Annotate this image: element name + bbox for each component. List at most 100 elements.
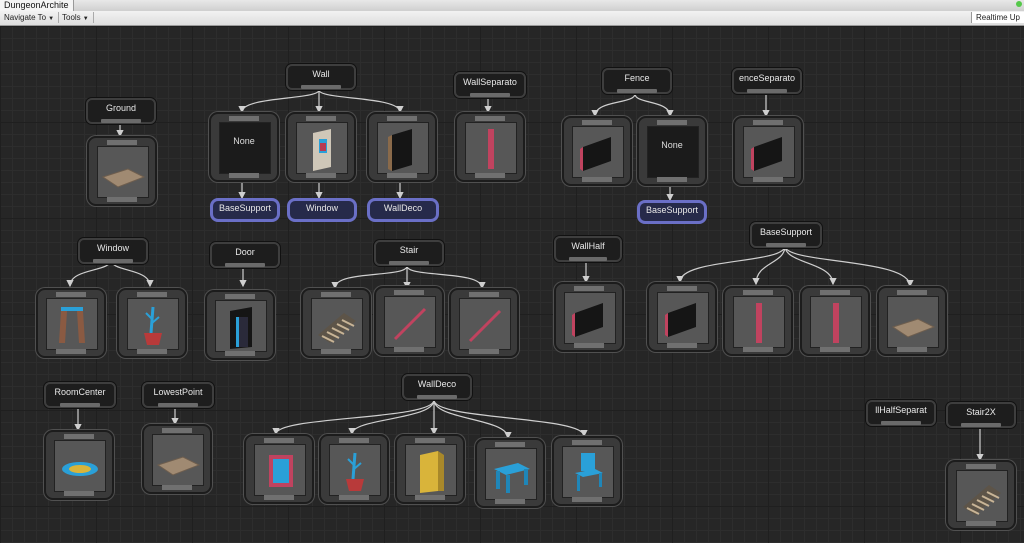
output-pin[interactable]	[339, 495, 369, 500]
marker-node-base-support[interactable]: BaseSupport	[750, 222, 822, 248]
visual-node-pillar[interactable]	[723, 286, 793, 356]
input-pin[interactable]	[264, 438, 294, 443]
output-pin[interactable]	[657, 177, 687, 182]
marker-node-lowest-point[interactable]: LowestPoint	[142, 382, 214, 408]
visual-node-floor-tile[interactable]	[142, 424, 212, 494]
input-pin[interactable]	[394, 290, 424, 295]
output-pin[interactable]	[93, 259, 133, 263]
emitter-node-window[interactable]: Window	[287, 198, 357, 222]
input-pin[interactable]	[321, 292, 351, 297]
output-pin[interactable]	[966, 521, 996, 526]
visual-node-painting[interactable]	[244, 434, 314, 504]
output-pin[interactable]	[568, 257, 608, 261]
visual-node-floor-tile[interactable]	[87, 136, 157, 206]
input-pin[interactable]	[107, 140, 137, 145]
emitter-node-wall-deco[interactable]: WallDeco	[367, 198, 439, 222]
input-pin[interactable]	[743, 290, 773, 295]
output-pin[interactable]	[162, 485, 192, 490]
marker-node-room-center[interactable]: RoomCenter	[44, 382, 116, 408]
output-pin[interactable]	[321, 349, 351, 354]
visual-node-door-wall[interactable]	[286, 112, 356, 182]
input-pin[interactable]	[574, 286, 604, 291]
output-pin[interactable]	[264, 495, 294, 500]
tools-menu[interactable]: Tools ▼	[58, 12, 94, 23]
output-pin[interactable]	[225, 351, 255, 356]
marker-node-door[interactable]: Door	[210, 242, 280, 268]
visual-node-stair-diag[interactable]	[374, 286, 444, 356]
input-pin[interactable]	[162, 428, 192, 433]
marker-node-wall[interactable]: Wall	[286, 64, 356, 90]
output-pin[interactable]	[64, 491, 94, 496]
input-pin[interactable]	[137, 292, 167, 297]
input-pin[interactable]	[582, 120, 612, 125]
visual-node-red-wall[interactable]	[562, 116, 632, 186]
output-pin[interactable]	[394, 347, 424, 352]
visual-node-red-wall[interactable]	[647, 282, 717, 352]
visual-node-none[interactable]: None	[637, 116, 707, 186]
visual-node-plant[interactable]	[117, 288, 187, 358]
input-pin[interactable]	[667, 286, 697, 291]
marker-node-stair[interactable]: Stair	[374, 240, 444, 266]
output-pin[interactable]	[820, 347, 850, 352]
visual-node-plant[interactable]	[319, 434, 389, 504]
input-pin[interactable]	[820, 290, 850, 295]
output-pin[interactable]	[469, 349, 499, 354]
output-pin[interactable]	[574, 343, 604, 348]
window-tab[interactable]: DungeonArchite	[0, 0, 74, 11]
output-pin[interactable]	[107, 197, 137, 202]
output-pin[interactable]	[961, 423, 1001, 427]
visual-node-pillar[interactable]	[455, 112, 525, 182]
input-pin[interactable]	[657, 120, 687, 125]
output-pin[interactable]	[225, 263, 265, 267]
visual-node-door[interactable]	[205, 290, 275, 360]
output-pin[interactable]	[301, 85, 341, 89]
output-pin[interactable]	[469, 93, 511, 97]
output-pin[interactable]	[475, 173, 505, 178]
output-pin[interactable]	[417, 395, 457, 399]
input-pin[interactable]	[56, 292, 86, 297]
input-pin[interactable]	[64, 434, 94, 439]
marker-node-wall-deco[interactable]: WallDeco	[402, 374, 472, 400]
output-pin[interactable]	[229, 173, 259, 178]
visual-node-stair-diag[interactable]	[449, 288, 519, 358]
input-pin[interactable]	[225, 294, 255, 299]
output-pin[interactable]	[747, 89, 787, 93]
visual-node-pillar[interactable]	[800, 286, 870, 356]
output-pin[interactable]	[137, 349, 167, 354]
output-pin[interactable]	[306, 173, 336, 178]
input-pin[interactable]	[306, 116, 336, 121]
emitter-node-base-support[interactable]: BaseSupport	[637, 200, 707, 224]
output-pin[interactable]	[667, 343, 697, 348]
marker-node-fence-separator[interactable]: enceSeparato	[732, 68, 802, 94]
visual-node-floor-tile[interactable]	[877, 286, 947, 356]
input-pin[interactable]	[897, 290, 927, 295]
marker-node-fence[interactable]: Fence	[602, 68, 672, 94]
visual-node-stair-flat[interactable]	[301, 288, 371, 358]
input-pin[interactable]	[495, 442, 525, 447]
output-pin[interactable]	[387, 173, 417, 178]
input-pin[interactable]	[339, 438, 369, 443]
input-pin[interactable]	[469, 292, 499, 297]
visual-node-red-wall[interactable]	[554, 282, 624, 352]
output-pin[interactable]	[572, 497, 602, 502]
output-pin[interactable]	[59, 403, 101, 407]
visual-node-chair[interactable]	[552, 436, 622, 506]
output-pin[interactable]	[157, 403, 199, 407]
visual-node-glow-disc[interactable]	[44, 430, 114, 500]
visual-node-dark-wall[interactable]	[367, 112, 437, 182]
marker-node-wall-separator[interactable]: WallSeparato	[454, 72, 526, 98]
output-pin[interactable]	[415, 495, 445, 500]
input-pin[interactable]	[415, 438, 445, 443]
marker-node-window[interactable]: Window	[78, 238, 148, 264]
output-pin[interactable]	[765, 243, 807, 247]
output-pin[interactable]	[495, 499, 525, 504]
input-pin[interactable]	[475, 116, 505, 121]
output-pin[interactable]	[582, 177, 612, 182]
input-pin[interactable]	[387, 116, 417, 121]
input-pin[interactable]	[753, 120, 783, 125]
input-pin[interactable]	[572, 440, 602, 445]
navigate-to-menu[interactable]: Navigate To ▼	[0, 12, 60, 23]
emitter-node-base-support[interactable]: BaseSupport	[210, 198, 280, 222]
marker-node-wall-half[interactable]: WallHalf	[554, 236, 622, 262]
visual-node-red-wall[interactable]	[733, 116, 803, 186]
